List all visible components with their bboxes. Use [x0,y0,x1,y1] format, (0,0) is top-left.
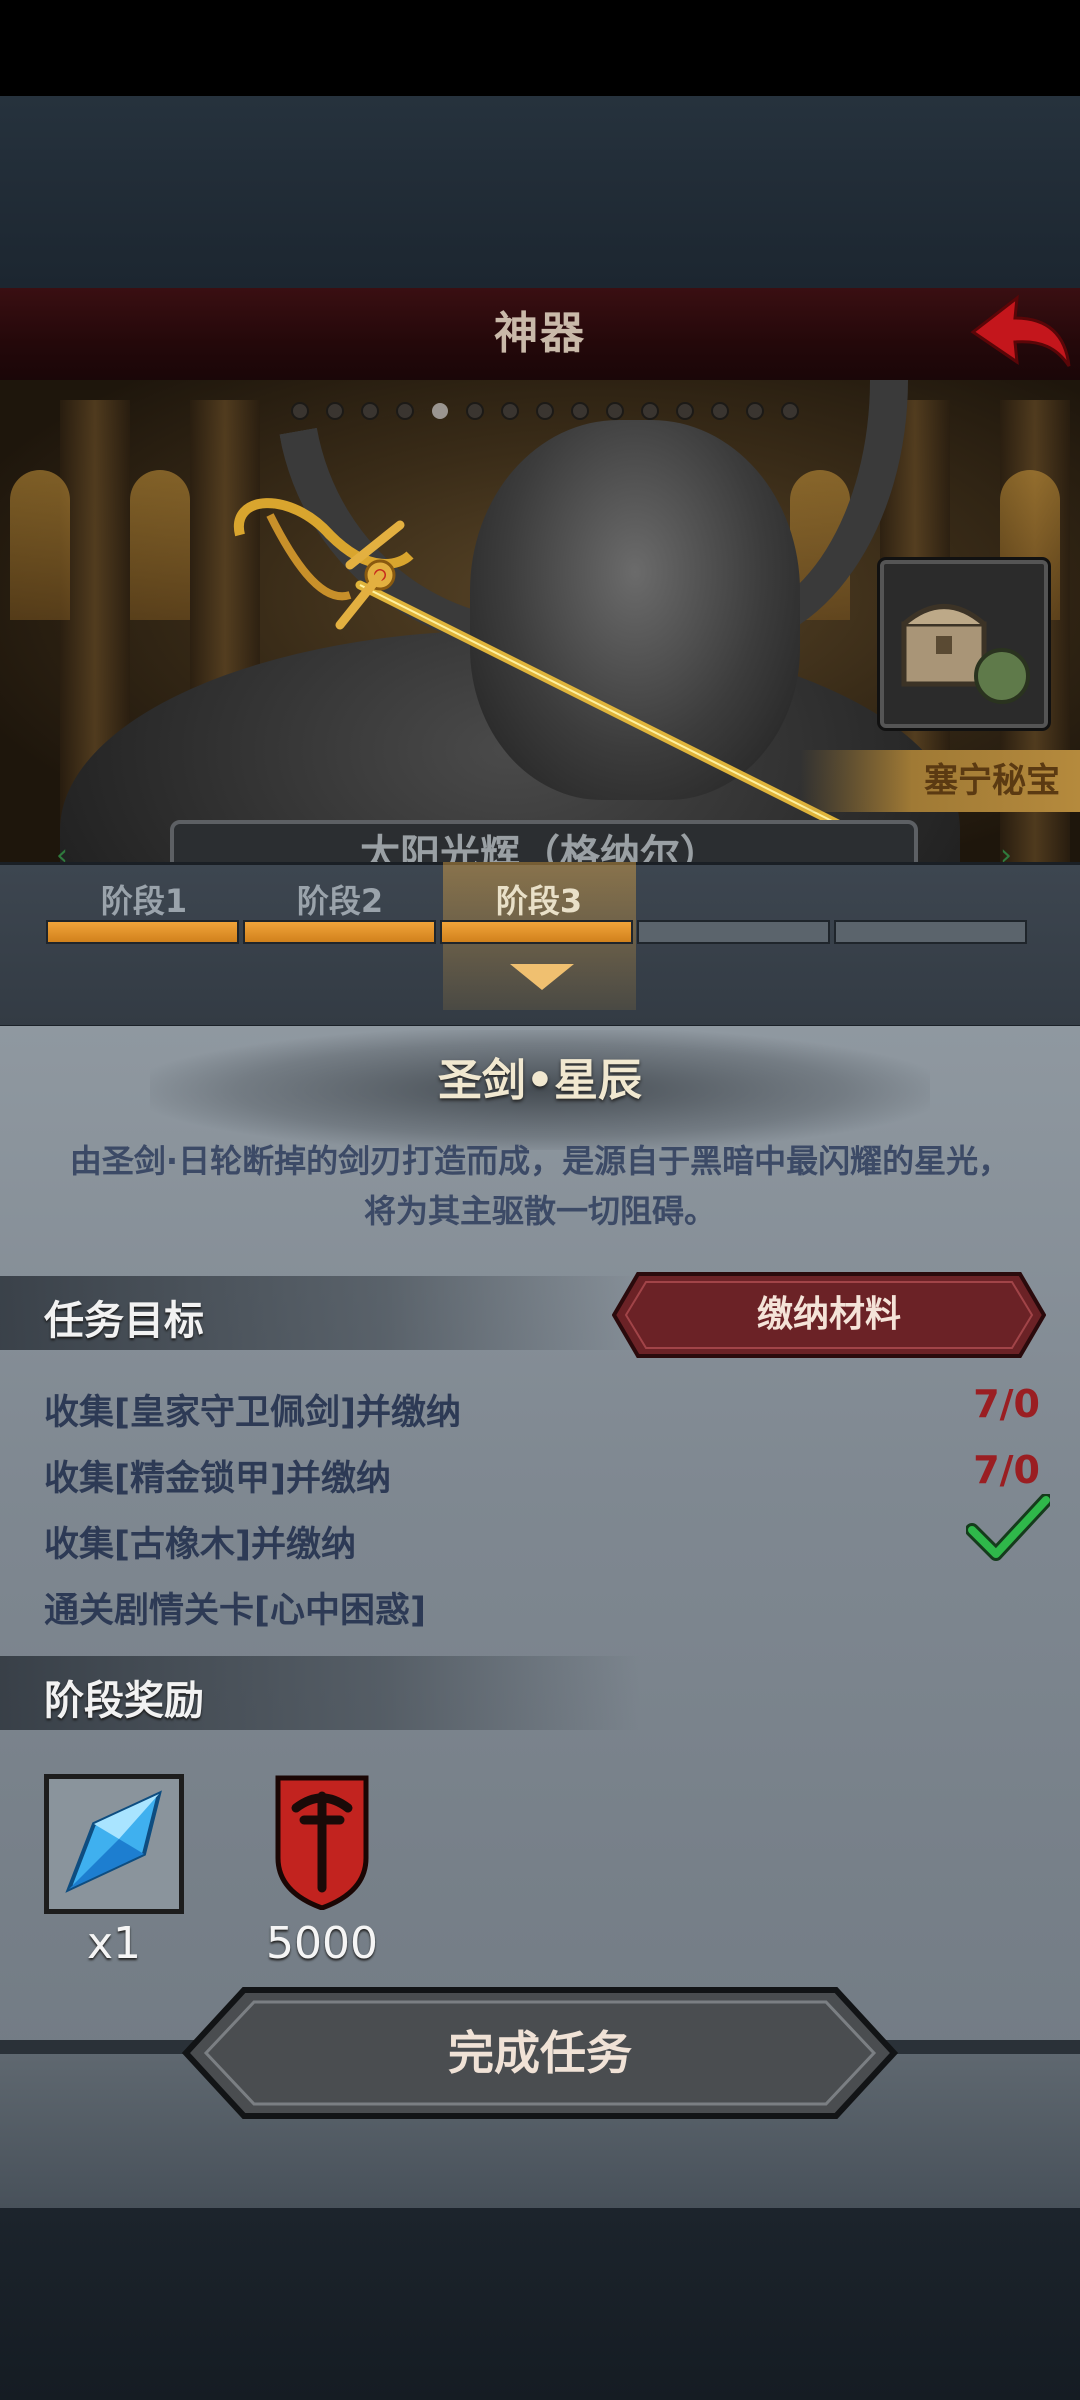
sword-artifact-image [233,498,845,830]
task-item: 收集[古橡木]并缴纳 [44,1525,356,1565]
top-background [0,96,1080,288]
complete-task-button[interactable] [182,1986,898,2120]
tab-stage-3[interactable]: 阶段3 [441,876,637,922]
shield-emblem-icon[interactable] [274,1774,370,1910]
description-line: 由圣剑·日轮断掉的剑刃打造而成，是源自于黑暗中最闪耀的星光， [69,1142,1011,1180]
page-dots [291,402,799,420]
stage-segment-1 [46,920,239,944]
secret-treasure-label[interactable]: 塞宁秘宝 [800,750,1060,812]
task-item: 通关剧情关卡[心中困惑] [44,1591,426,1631]
crystal-icon [65,1790,162,1893]
task-item: 收集[精金锁甲]并缴纳 [44,1459,391,1499]
submit-materials-button[interactable] [612,1272,1046,1358]
item-description: 由圣剑·日轮断掉的剑刃打造而成，是源自于黑暗中最闪耀的星光， 将为其主驱散一切阻… [40,1136,1040,1236]
stage-segment-5 [834,920,1027,944]
item-title: 圣剑•星辰 [437,1055,643,1106]
reward-item-crystal[interactable] [44,1774,184,1914]
reward-count: 5000 [266,1918,378,1969]
tab-stage-1[interactable]: 阶段1 [46,876,242,922]
window-decoration [130,470,190,620]
description-line: 将为其主驱散一切阻碍。 [363,1192,716,1230]
chest-icon [901,604,1030,704]
status-bar-area [0,0,1080,96]
task-item: 收集[皇家守卫佩剑]并缴纳 [44,1393,461,1433]
task-section-title: 任务目标 [44,1298,204,1344]
stage-segment-2 [243,920,436,944]
page-title: 神器 [494,308,586,359]
task-progress: 7/0 [973,1448,1040,1492]
reward-count: x1 [86,1918,142,1969]
treasure-chest-icon[interactable] [880,560,1048,728]
checkmark-icon [966,1494,1050,1561]
task-progress: 7/0 [973,1382,1040,1426]
back-arrow-icon[interactable] [965,292,1075,376]
window-decoration [10,470,70,620]
bottom-background [0,2208,1080,2400]
chevron-down-icon [510,964,574,990]
reward-section-title: 阶段奖励 [44,1678,204,1724]
stage-segment-4 [637,920,830,944]
tab-stage-2[interactable]: 阶段2 [242,876,438,922]
stage-segment-3 [440,920,633,944]
